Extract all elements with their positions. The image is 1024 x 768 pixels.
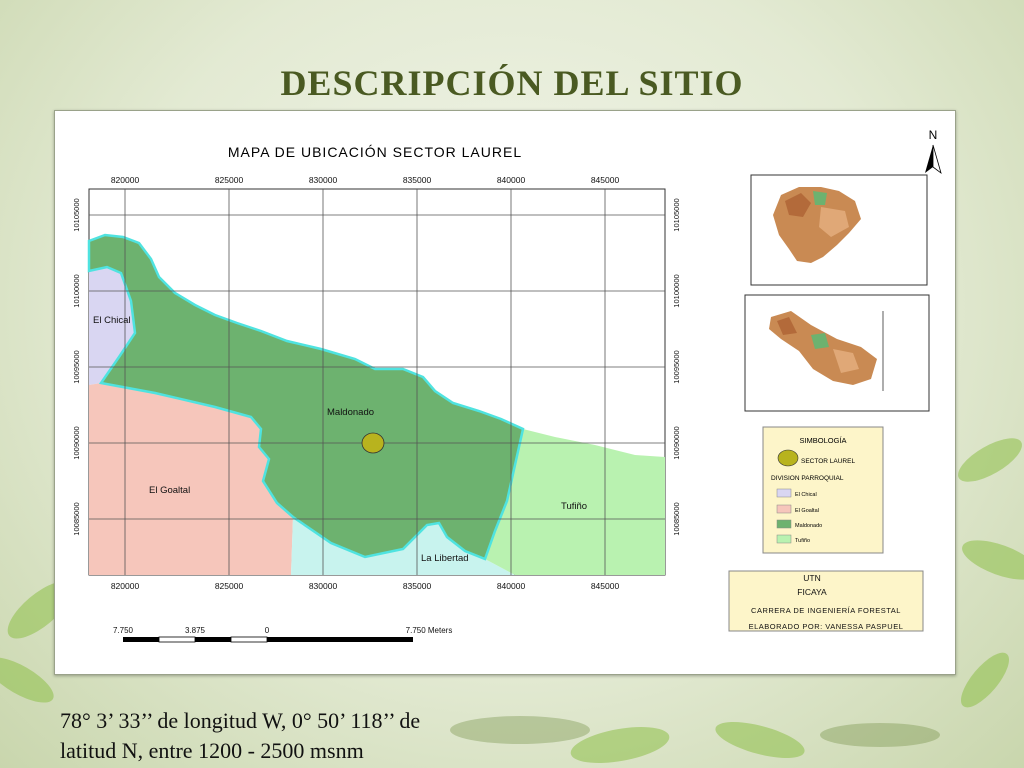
y-tick-left: 10105000 (72, 198, 81, 231)
x-tick-bottom: 835000 (403, 581, 432, 591)
label-la-libertad: La Libertad (421, 553, 469, 564)
sector-laurel-marker (361, 432, 385, 454)
x-tick-top: 845000 (591, 175, 620, 185)
map-frame: MAPA DE UBICACIÓN SECTOR LAUREL N El Chi… (54, 110, 956, 675)
caption-line-1: 78° 3’ 33’’ de longitud W, 0° 50’ 118’’ … (60, 708, 421, 733)
legend-item-label: Tufiño (795, 538, 810, 544)
x-tick-bottom: 830000 (309, 581, 338, 591)
y-tick-right: 10105000 (672, 198, 681, 231)
x-tick-top: 840000 (497, 175, 526, 185)
x-tick-bottom: 845000 (591, 581, 620, 591)
y-tick-right: 10085000 (672, 502, 681, 535)
map-canvas: MAPA DE UBICACIÓN SECTOR LAUREL N El Chi… (72, 128, 942, 643)
y-tick-right: 10095000 (672, 350, 681, 383)
inset-map-province (744, 294, 930, 412)
inset-map-ecuador (750, 174, 928, 286)
scale-label: 7.750 Meters (406, 626, 453, 635)
location-caption: 78° 3’ 33’’ de longitud W, 0° 50’ 118’’ … (60, 706, 620, 766)
y-tick-left: 10100000 (72, 274, 81, 307)
north-label: N (929, 128, 938, 142)
legend: SIMBOLOGÍA SECTOR LAUREL DIVISION PARROQ… (762, 426, 884, 554)
legend-item-label: Maldonado (795, 523, 822, 529)
legend-item-label: El Chical (795, 492, 817, 498)
map-title: MAPA DE UBICACIÓN SECTOR LAUREL (228, 144, 522, 160)
main-map: El Chical El Goaltal Maldonado Tufiño La… (87, 188, 666, 576)
scale-bar: 7.750 3.875 0 7.750 Meters (113, 626, 453, 643)
scale-label: 7.750 (113, 626, 134, 635)
legend-division-title: DIVISION PARROQUIAL (771, 475, 844, 482)
legend-title: SIMBOLOGÍA (799, 436, 846, 445)
info-line-utn: UTN (803, 573, 820, 583)
slide-title: DESCRIPCIÓN DEL SITIO (280, 63, 744, 103)
info-box: UTN FICAYA CARRERA DE INGENIERÍA FORESTA… (728, 570, 924, 632)
scale-label: 0 (265, 626, 270, 635)
y-tick-left: 10085000 (72, 502, 81, 535)
legend-point-label: SECTOR LAUREL (801, 458, 855, 465)
label-tufino: Tufiño (561, 501, 587, 512)
x-tick-bottom: 825000 (215, 581, 244, 591)
label-el-goaltal: El Goaltal (149, 485, 190, 496)
north-arrow-icon: N (925, 128, 942, 175)
x-tick-top: 825000 (215, 175, 244, 185)
info-line-author: ELABORADO POR: VANESSA PASPUEL (749, 622, 904, 631)
legend-point-symbol (777, 449, 799, 467)
info-line-ficaya: FICAYA (797, 587, 827, 597)
y-tick-right: 10100000 (672, 274, 681, 307)
x-tick-bottom: 840000 (497, 581, 526, 591)
legend-swatch (776, 504, 792, 514)
x-tick-bottom: 820000 (111, 581, 140, 591)
label-el-chical: El Chical (93, 315, 131, 326)
legend-item-label: El Goaltal (795, 508, 819, 514)
info-line-carrera: CARRERA DE INGENIERÍA FORESTAL (751, 606, 901, 615)
legend-swatch (776, 519, 792, 529)
y-tick-left: 10090000 (72, 426, 81, 459)
legend-swatch (776, 534, 792, 544)
y-tick-right: 10090000 (672, 426, 681, 459)
label-maldonado: Maldonado (327, 407, 374, 418)
x-tick-top: 820000 (111, 175, 140, 185)
legend-swatch (776, 488, 792, 498)
caption-line-2: latitud N, entre 1200 - 2500 msnm (60, 738, 364, 763)
x-tick-top: 835000 (403, 175, 432, 185)
y-tick-left: 10095000 (72, 350, 81, 383)
scale-label: 3.875 (185, 626, 206, 635)
x-tick-top: 830000 (309, 175, 338, 185)
